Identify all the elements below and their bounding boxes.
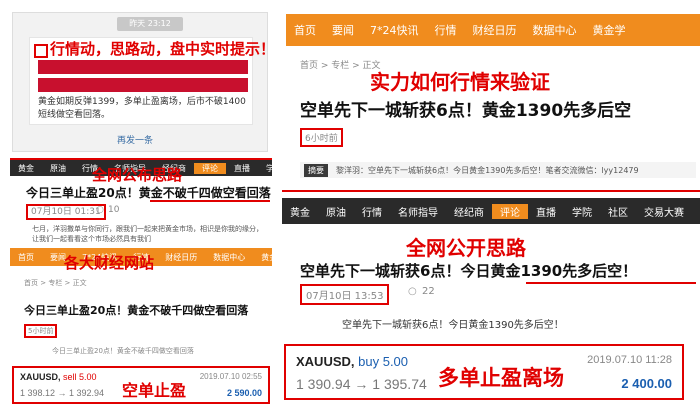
article-headline: 今日三单止盈20点！黄金不破千四做空看回落 [26,186,271,200]
comment-count: 10 [108,205,120,215]
nav-item[interactable]: 行情 [427,22,465,38]
nav-item[interactable]: 直播 [226,163,258,174]
highlight-bar-2 [38,78,248,92]
article-date: 07月10日 01:31 [26,204,106,220]
nav-item[interactable]: 数据中心 [525,22,585,38]
article-headline-2: 今日三单止盈20点！黄金不破千四做空看回落 [24,304,249,317]
breadcrumb: 首页 > 专栏 > 正文 [24,279,87,287]
nav-item[interactable]: 黄金 [10,163,42,174]
article-time-right: 6小时前 [300,128,343,147]
nav-item[interactable]: 首页 [286,22,324,38]
article-time: 5小时前 [24,324,58,338]
nav-item[interactable]: 经纪商 [446,204,492,219]
ticker-side: buy 5.00 [358,354,409,369]
comment-count-mid: 22 [422,286,435,297]
ticker-prices: 1 390.94 → 1 395.74 [296,376,427,392]
annotation-short-profit: 空单止盈 [122,383,187,400]
nav-item[interactable]: 黄金 [282,204,318,219]
nav-item[interactable]: 交易大赛 [636,204,692,219]
annotation-open: 全网公开思路 [406,236,526,260]
summary-label: 摘要 [304,164,328,177]
breadcrumb-right: 首页 > 专栏 > 正文 [300,61,381,71]
dark-nav-right: 黄金 原油 行情 名师指导 经纪商 评论 直播 学院 社区 交易大赛 [282,198,700,224]
article-right-top: 首页 要闻 7*24快讯 行情 财经日历 数据中心 黄金学 首页 > 专栏 > … [286,14,700,184]
overlay-public: 全网公布思路 [92,166,183,184]
highlight-bar-1 [38,60,248,74]
nav-item[interactable]: 原油 [318,204,354,219]
annotation-realtime: 行情动，思路动，盘中实时提示！ [50,40,276,58]
article-right-mid: 黄金 原油 行情 名师指导 经纪商 评论 直播 学院 社区 交易大赛 全网公开思… [282,198,700,336]
ticker-prices: 1 398.12 → 1 392.94 [20,388,105,398]
article-headline-right: 空单先下一城斩获6点！黄金1390先多后空 [300,101,632,121]
summary-text: 今日三单止盈20点！黄金不破千四做空看回落 [52,347,194,355]
headline-underline [150,200,270,202]
annotation-long-profit: 多单止盈离场 [438,367,564,390]
article-date-mid: 07月10日 13:53 [300,284,390,305]
comment-icon: ○ [96,205,104,215]
article-left: 黄金 原油 行情 名师指导 经纪商 评论 直播 学院 全网公布思路 今日三单止盈… [10,160,272,400]
nav-item[interactable]: 学院 [258,163,272,174]
nav-item[interactable]: 黄金学 [253,252,272,263]
nav-item[interactable]: 名师指导 [390,204,446,219]
comment-icon: ○ [408,286,417,297]
resend-link[interactable]: 再发一条 [117,133,153,146]
article-body: 七月，洋羽撒单与你同行，跟我们一起来把黄金市场，相识是你我的缘分，让我们一起看看… [32,225,263,243]
ticker-profit: 2 400.00 [621,376,672,391]
divider [282,190,700,192]
nav-item-active[interactable]: 评论 [194,162,226,174]
ticker-buy: XAUUSD, buy 5.00 2019.07.10 11:28 1 390.… [284,344,684,400]
nav-item[interactable]: 社区 [600,204,636,219]
orange-nav-right: 首页 要闻 7*24快讯 行情 财经日历 数据中心 黄金学 [286,14,700,46]
nav-item[interactable]: 首页 [10,252,42,263]
ticker-symbol: XAUUSD, [296,354,355,369]
nav-item[interactable]: 直播 [528,204,564,219]
ticker-time: 2019.07.10 11:28 [587,354,672,366]
ticker-profit: 2 590.00 [226,388,262,398]
headline-underline-mid [526,282,696,284]
message-text: 黄金如期反弹1399，多单止盈离场，后市不破1400短线做空看回落。 [38,97,246,120]
ticker-time: 2019.07.10 02:55 [199,372,262,381]
overlay-sites: 各大财经网站 [64,254,155,272]
nav-item[interactable]: 财经日历 [157,252,205,263]
annotation-top-left [34,44,48,58]
summary-text-right: 黎洋羽：空单先下一城斩获6点！今日黄金1390先多后空！笔者交流微信：lyy12… [336,166,639,175]
time-badge: 昨天 23:12 [117,17,183,31]
article-headline-mid: 空单先下一城斩获6点！今日黄金1390先多后空！ [300,262,638,280]
nav-item[interactable]: 原油 [42,163,74,174]
ticker-sell: XAUUSD, sell 5.00 2019.07.10 02:55 1 398… [12,366,270,404]
nav-item[interactable]: 要闻 [324,22,362,38]
article-body-mid: 空单先下一城斩获6点！今日黄金1390先多后空！ [342,320,564,331]
ticker-side: sell 5.00 [63,372,97,382]
nav-item[interactable]: 黄金学 [585,22,634,38]
nav-item[interactable]: 学院 [564,204,600,219]
nav-item[interactable]: 7*24快讯 [362,22,427,38]
nav-item[interactable]: 行情 [354,204,390,219]
nav-item-active[interactable]: 评论 [492,203,528,219]
divider [10,158,272,160]
annotation-verify: 实力如何行情来验证 [370,70,550,94]
nav-item[interactable]: 财经日历 [465,22,525,38]
chat-panel: 昨天 23:12 黄金如期反弹1399，多单止盈离场，后市不破1400短线做空看… [12,12,268,152]
nav-item[interactable]: 数据中心 [205,252,253,263]
ticker-symbol: XAUUSD, [20,372,61,382]
